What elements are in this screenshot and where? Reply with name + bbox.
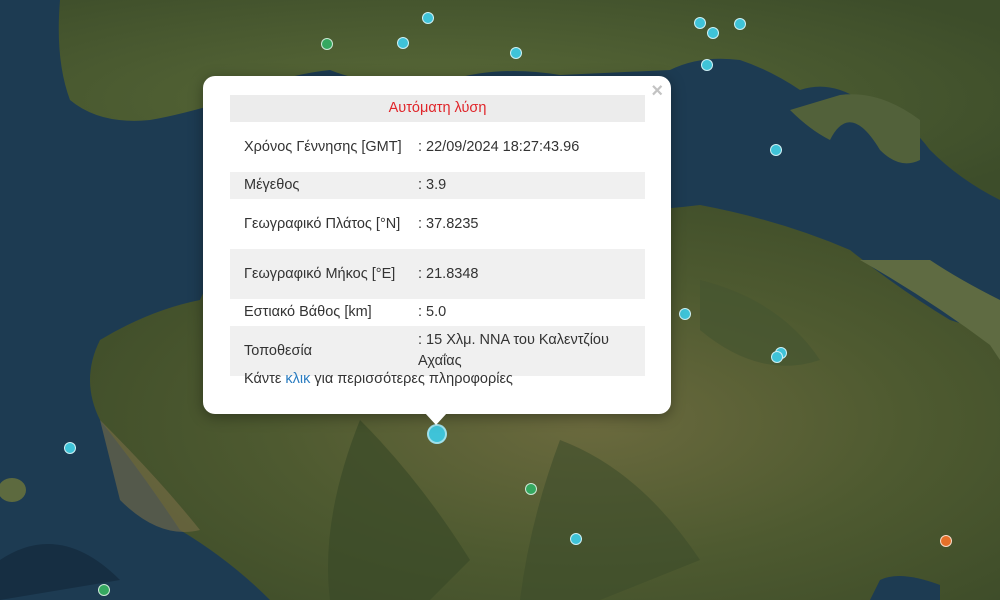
quake-marker[interactable] xyxy=(510,47,522,59)
more-info-suffix: για περισσότερες πληροφορίες xyxy=(310,371,513,387)
info-row-depth: Εστιακό Βάθος [km] : 5.0 xyxy=(230,299,645,326)
quake-marker[interactable] xyxy=(570,533,582,545)
popup-title-row: Αυτόματη λύση xyxy=(230,95,645,122)
quake-marker[interactable] xyxy=(64,442,76,454)
more-info-prefix: Κάντε xyxy=(244,371,286,387)
popup-title: Αυτόματη λύση xyxy=(230,95,645,122)
quake-info-table: Αυτόματη λύση Χρόνος Γέννησης [GMT] : 22… xyxy=(230,95,645,376)
info-row-origin-time: Χρόνος Γέννησης [GMT] : 22/09/2024 18:27… xyxy=(230,122,645,172)
location-label: Τοποθεσία xyxy=(230,326,418,376)
quake-marker[interactable] xyxy=(694,17,706,29)
selected-quake-marker[interactable] xyxy=(427,424,447,444)
quake-marker[interactable] xyxy=(679,308,691,320)
longitude-value: : 21.8348 xyxy=(418,249,645,299)
quake-marker[interactable] xyxy=(321,38,333,50)
popup-tip xyxy=(425,413,447,425)
quake-marker[interactable] xyxy=(98,584,110,596)
latitude-label: Γεωγραφικό Πλάτος [°N] xyxy=(244,215,401,232)
satellite-map[interactable]: × Αυτόματη λύση Χρόνος Γέννησης [GMT] : … xyxy=(0,0,1000,600)
quake-marker[interactable] xyxy=(525,483,537,495)
info-row-location: Τοποθεσία : 15 Χλμ. ΝΝΑ του Καλεντζίου Α… xyxy=(230,326,645,376)
quake-marker[interactable] xyxy=(422,12,434,24)
quake-marker[interactable] xyxy=(707,27,719,39)
magnitude-value: : 3.9 xyxy=(418,172,645,199)
depth-value: : 5.0 xyxy=(418,304,447,320)
quake-info-popup: × Αυτόματη λύση Χρόνος Γέννησης [GMT] : … xyxy=(203,76,671,414)
origin-time-label: Χρόνος Γέννησης [GMT] xyxy=(244,138,402,155)
longitude-label: Γεωγραφικό Μήκος [°E] xyxy=(230,249,418,299)
info-row-longitude: Γεωγραφικό Μήκος [°E] : 21.8348 xyxy=(230,249,645,299)
close-icon[interactable]: × xyxy=(651,80,663,102)
more-info-link[interactable]: κλικ xyxy=(285,371,310,387)
quake-marker[interactable] xyxy=(397,37,409,49)
magnitude-label: Μέγεθος xyxy=(230,172,418,199)
latitude-value: : 37.8235 xyxy=(418,215,479,232)
origin-time-value: : 22/09/2024 18:27:43.96 xyxy=(418,138,580,155)
more-info-text: Κάντε κλικ για περισσότερες πληροφορίες xyxy=(244,371,513,387)
depth-label: Εστιακό Βάθος [km] xyxy=(244,304,372,320)
info-row-magnitude: Μέγεθος : 3.9 xyxy=(230,172,645,199)
quake-marker[interactable] xyxy=(940,535,952,547)
quake-marker[interactable] xyxy=(770,144,782,156)
location-value: : 15 Χλμ. ΝΝΑ του Καλεντζίου Αχαΐας xyxy=(418,326,645,376)
quake-marker[interactable] xyxy=(701,59,713,71)
quake-marker[interactable] xyxy=(734,18,746,30)
quake-marker[interactable] xyxy=(771,351,783,363)
info-row-latitude: Γεωγραφικό Πλάτος [°N] : 37.8235 xyxy=(230,199,645,249)
